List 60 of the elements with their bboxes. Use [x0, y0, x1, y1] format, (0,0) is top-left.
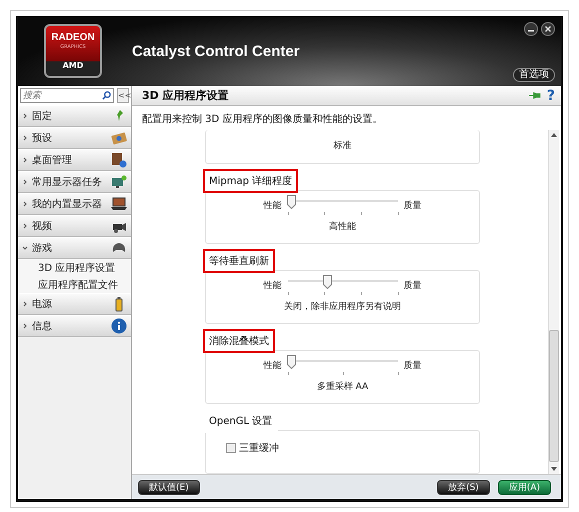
- search-icon: [102, 91, 111, 100]
- setting-value: 高性能: [329, 220, 356, 234]
- slider-max-label: 质量: [404, 360, 422, 372]
- slider-min-label: 性能: [264, 280, 282, 292]
- page-description: 配置用来控制 3D 应用程序的图像质量和性能的设置。: [141, 112, 384, 127]
- pin-icon[interactable]: [528, 91, 541, 100]
- scroll-down-icon[interactable]: [551, 467, 557, 471]
- slider-thumb[interactable]: [286, 355, 296, 369]
- setting-value: 标准: [334, 140, 352, 152]
- close-button[interactable]: [541, 22, 555, 36]
- chevron-right-icon: [22, 323, 28, 329]
- slider[interactable]: [288, 275, 398, 295]
- sidebar-subitem[interactable]: 应用程序配置文件: [18, 276, 131, 293]
- sidebar-item[interactable]: 桌面管理: [18, 149, 131, 171]
- collapse-button[interactable]: <<: [117, 88, 129, 103]
- slider-max-label: 质量: [404, 280, 422, 292]
- sidebar-item[interactable]: 常用显示器任务: [18, 171, 131, 193]
- chevron-right-icon: [22, 179, 28, 185]
- discard-button[interactable]: 放弃(S): [437, 480, 490, 494]
- preferences-button[interactable]: 首选项: [513, 68, 555, 82]
- group-title: 消除混叠模式: [203, 329, 275, 353]
- checkbox-label: 三重缓冲: [239, 442, 279, 455]
- scroll-up-icon[interactable]: [551, 133, 557, 137]
- group-title: Mipmap 详细程度: [203, 169, 298, 193]
- sidebar-item[interactable]: 固定: [18, 105, 131, 127]
- search-field[interactable]: 搜索: [20, 88, 114, 103]
- chevron-down-icon: [22, 245, 28, 251]
- laptop-icon: [111, 196, 127, 212]
- sidebar-item[interactable]: 视频: [18, 215, 131, 237]
- setting-value: 多重采样 AA: [316, 380, 368, 394]
- chevron-right-icon: [22, 157, 28, 163]
- sidebar-subitem[interactable]: 3D 应用程序设置: [18, 259, 131, 276]
- slider-max-label: 质量: [404, 200, 422, 212]
- defaults-button[interactable]: 默认值(E): [138, 480, 200, 494]
- group-title: 等待垂直刷新: [203, 249, 275, 273]
- slider[interactable]: [288, 195, 398, 215]
- chevron-right-icon: [22, 201, 28, 207]
- scrollbar[interactable]: [548, 130, 559, 474]
- card-icon: [111, 130, 127, 146]
- chevron-right-icon: [22, 223, 28, 229]
- sidebar-item[interactable]: 预设: [18, 127, 131, 149]
- sidebar-item[interactable]: 电源: [18, 293, 131, 315]
- help-button[interactable]: ?: [546, 88, 555, 104]
- sidebar-item[interactable]: 信息: [18, 315, 131, 337]
- slider-thumb[interactable]: [322, 275, 332, 289]
- checkbox[interactable]: [226, 443, 236, 453]
- sidebar-item[interactable]: 我的内置显示器: [18, 193, 131, 215]
- sidebar-item[interactable]: 游戏: [18, 237, 131, 259]
- apply-button[interactable]: 应用(A): [498, 480, 551, 494]
- setting-value: 关闭，除非应用程序另有说明: [284, 300, 401, 314]
- chevron-right-icon: [22, 135, 28, 141]
- window-title: Catalyst Control Center: [132, 42, 300, 60]
- page-title: 3D 应用程序设置: [142, 88, 230, 103]
- slider-min-label: 性能: [264, 360, 282, 372]
- slider-min-label: 性能: [264, 200, 282, 212]
- chevron-right-icon: [22, 113, 28, 119]
- slider-thumb[interactable]: [286, 195, 296, 209]
- info-icon: [111, 318, 127, 334]
- minimize-button[interactable]: [524, 22, 538, 36]
- chevron-right-icon: [22, 301, 28, 307]
